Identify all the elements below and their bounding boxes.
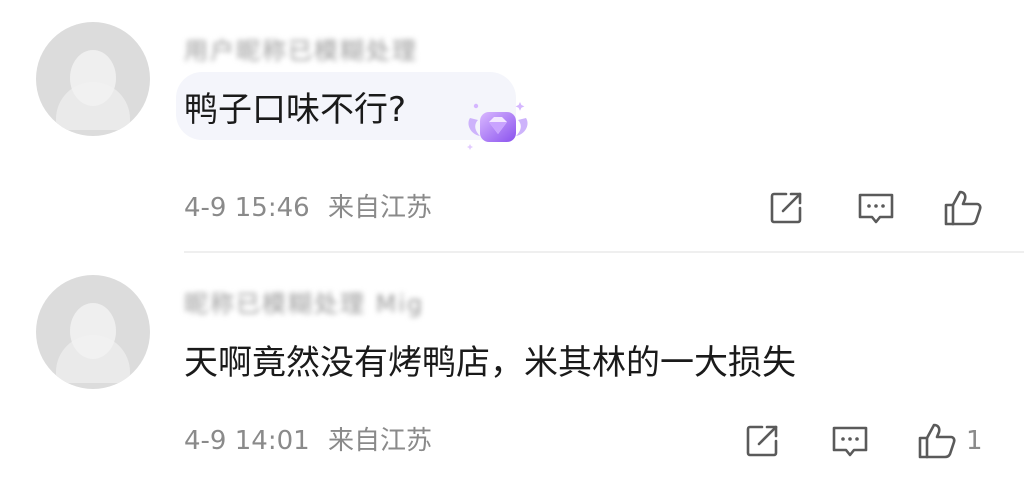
share-icon bbox=[746, 425, 778, 457]
share-button[interactable] bbox=[742, 419, 782, 463]
reply-button[interactable] bbox=[856, 186, 896, 230]
avatar[interactable] bbox=[36, 275, 150, 389]
like-button[interactable] bbox=[942, 186, 992, 230]
thumbs-up-icon bbox=[918, 423, 956, 459]
comment-time: 4-9 14:01 bbox=[184, 426, 310, 456]
diamond-badge-icon bbox=[467, 102, 528, 150]
like-button[interactable]: 1 bbox=[916, 419, 983, 463]
comment-text[interactable]: 鸭子口味不行? bbox=[184, 88, 406, 132]
share-button[interactable] bbox=[766, 186, 806, 230]
reply-button[interactable] bbox=[830, 419, 870, 463]
comment-item: 昵称已模糊处理 Mig 天啊竟然没有烤鸭店，米其林的一大损失 4-9 14:01… bbox=[0, 253, 1024, 477]
thumbs-up-icon bbox=[944, 190, 982, 226]
comment-icon bbox=[832, 426, 868, 457]
username[interactable]: 昵称已模糊处理 Mig bbox=[184, 289, 424, 319]
comment-item: 用户昵称已模糊处理 鸭子口味不行? 4-9 15:46 来自江苏 bbox=[0, 0, 1024, 252]
comment-time: 4-9 15:46 bbox=[184, 193, 310, 223]
comment-text[interactable]: 天啊竟然没有烤鸭店，米其林的一大损失 bbox=[184, 341, 796, 385]
like-count: 1 bbox=[966, 426, 983, 456]
username[interactable]: 用户昵称已模糊处理 bbox=[184, 36, 418, 66]
comment-location: 来自江苏 bbox=[327, 193, 432, 223]
comment-meta: 4-9 14:01 来自江苏 bbox=[184, 425, 432, 457]
avatar[interactable] bbox=[36, 22, 150, 136]
comment-location: 来自江苏 bbox=[327, 426, 432, 456]
comment-icon bbox=[858, 193, 894, 224]
comment-meta: 4-9 15:46 来自江苏 bbox=[184, 192, 432, 224]
share-icon bbox=[770, 192, 802, 224]
